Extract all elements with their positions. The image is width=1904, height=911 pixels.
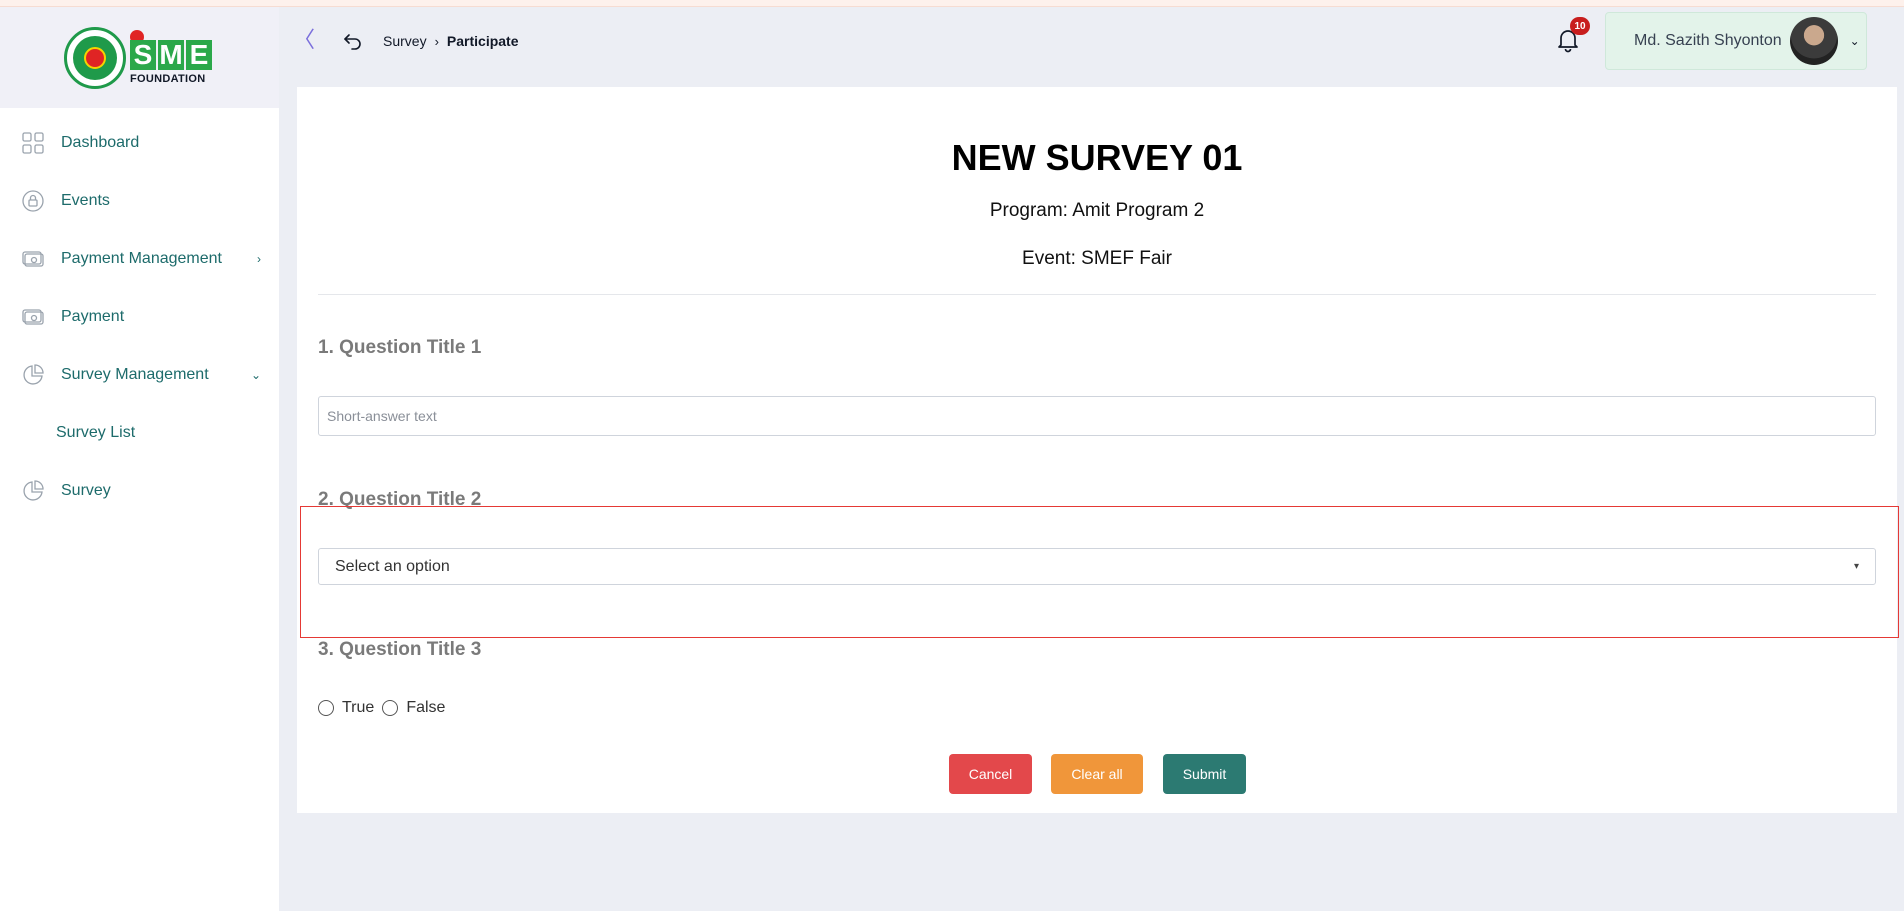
notification-count-badge: 10 [1570,17,1590,35]
survey-card: NEW SURVEY 01 Program: Amit Program 2 Ev… [297,87,1897,813]
radio-false-label[interactable]: False [406,699,445,717]
sidebar-item-payment-management[interactable]: Payment Management › [0,230,279,288]
sidebar-item-label: Payment [61,308,125,325]
logo-letter-e: E [186,39,212,70]
question-3-title: 3. Question Title 3 [318,639,482,660]
back-arrow-icon[interactable] [343,31,363,51]
grid-icon [22,132,44,154]
logo-letter-m: M [158,38,184,70]
sidebar-item-label: Events [61,192,110,209]
chevron-down-icon: ⌄ [250,368,261,382]
sidebar-item-survey-list[interactable]: Survey List [0,404,279,462]
sidebar-item-dashboard[interactable]: Dashboard [0,114,279,172]
question-2-select[interactable]: Select an option ▾ [318,548,1876,585]
logo-area[interactable]: S M E FOUNDATION [0,7,279,108]
logo-subtitle: FOUNDATION [130,72,206,85]
top-accent-bar [0,0,1904,7]
cash-icon [22,306,44,328]
sidebar-item-label: Payment Management [61,250,222,267]
sme-foundation-logo: S M E FOUNDATION [130,29,214,86]
sidebar-item-survey[interactable]: Survey [0,462,279,520]
breadcrumb: Survey › Participate [383,33,519,49]
chevron-down-icon: ⌄ [1849,34,1860,48]
sidebar-item-survey-management[interactable]: Survey Management ⌄ [0,346,279,404]
survey-title: NEW SURVEY 01 [951,137,1243,178]
cancel-button[interactable]: Cancel [949,754,1032,794]
cash-icon [22,248,44,270]
sidebar-item-events[interactable]: Events [0,172,279,230]
question-3-radio-group: True False [318,699,453,717]
select-value: Select an option [335,557,450,575]
question-1-title: 1. Question Title 1 [318,337,482,358]
avatar [1789,17,1838,65]
breadcrumb-current: Participate [446,33,519,49]
clear-all-button[interactable]: Clear all [1051,754,1143,794]
breadcrumb-survey-link[interactable]: Survey [383,33,427,49]
user-name: Md. Sazith Shyonton [1634,32,1782,49]
sidebar-item-label: Survey [61,482,111,499]
survey-event: Event: SMEF Fair [1022,248,1172,269]
sidebar: S M E FOUNDATION Dashboard Events Paymen… [0,7,279,911]
chevron-down-icon: ▾ [1853,561,1859,572]
user-menu-button[interactable]: Md. Sazith Shyonton ⌄ [1605,12,1867,70]
sidebar-item-label: Survey Management [61,366,209,383]
question-1-short-answer-input[interactable] [318,396,1876,436]
sidebar-collapse-button[interactable]: 〈 [293,29,315,51]
question-2-title: 2. Question Title 2 [318,489,482,510]
lock-circle-icon [22,190,44,212]
survey-program: Program: Amit Program 2 [989,200,1205,221]
chevron-right-icon: › [257,252,261,266]
sidebar-nav: Dashboard Events Payment Management › Pa… [0,114,279,520]
top-header: 〈 Survey › Participate 10 Md. Sazith Shy… [279,7,1904,77]
pie-chart-icon [22,364,44,386]
radio-true-label[interactable]: True [342,699,374,717]
sidebar-item-label: Dashboard [61,134,140,151]
radio-false[interactable] [382,700,399,716]
government-emblem-icon [64,26,126,89]
submit-button[interactable]: Submit [1163,754,1246,794]
pie-chart-icon [22,480,44,502]
breadcrumb-separator-icon: › [434,33,439,49]
sidebar-item-payment[interactable]: Payment [0,288,279,346]
logo-letter-s: S [130,39,156,70]
radio-true[interactable] [318,700,334,716]
sidebar-item-label: Survey List [56,424,136,441]
header-divider [318,294,1876,295]
